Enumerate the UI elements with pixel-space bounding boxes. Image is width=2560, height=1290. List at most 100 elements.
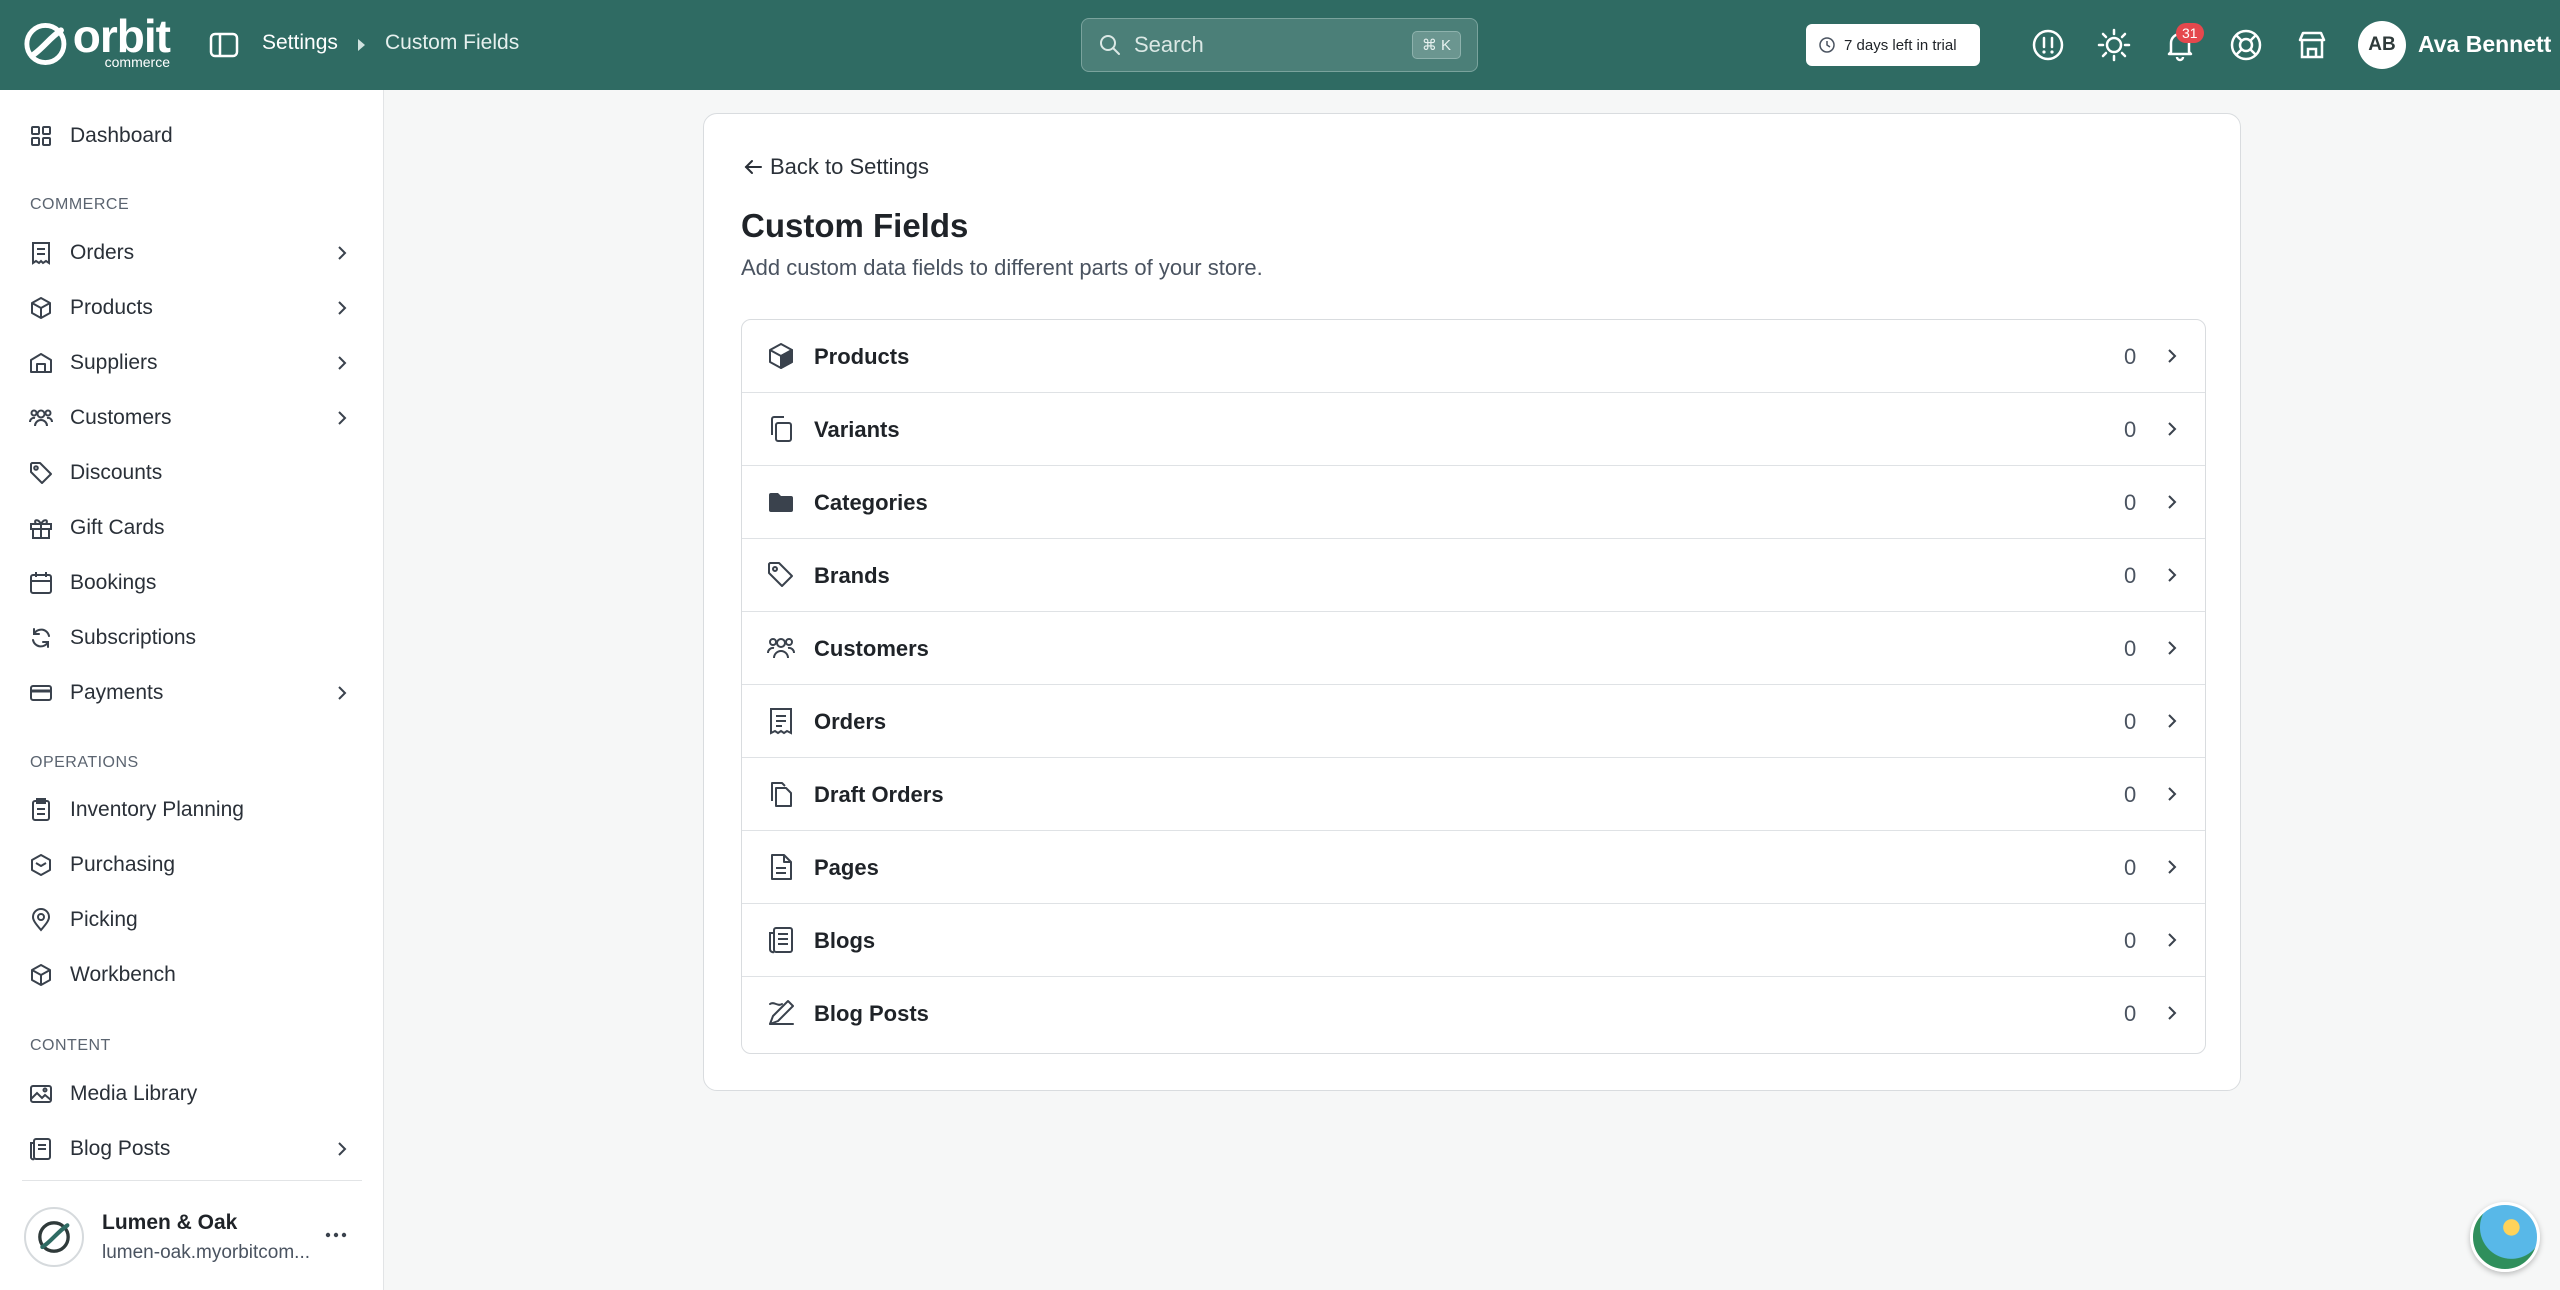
avatar[interactable]: AB — [2358, 21, 2406, 69]
custom-fields-list: Products 0 Variants 0 Categories 0 Brand… — [741, 319, 2206, 1054]
custom-field-row-categories[interactable]: Categories 0 — [742, 466, 2205, 539]
row-count: 0 — [2124, 563, 2137, 588]
assistant-launcher-button[interactable] — [2470, 1202, 2540, 1272]
search-icon — [1100, 35, 1120, 55]
file-icon — [771, 854, 792, 880]
clipboard-icon — [32, 798, 50, 821]
pin-icon — [31, 908, 51, 932]
sidebar-item-label: Blog Posts — [70, 1137, 171, 1160]
back-label: Back to Settings — [770, 154, 929, 179]
tag-icon — [768, 562, 793, 587]
draft-icon — [771, 782, 792, 807]
sidebar-item-label: Dashboard — [70, 124, 173, 147]
store-icon[interactable] — [2294, 27, 2330, 63]
custom-field-row-pages[interactable]: Pages 0 — [742, 831, 2205, 904]
chevron-right-icon — [2168, 933, 2177, 947]
row-label: Blogs — [814, 928, 876, 953]
sidebar-item-media-library[interactable]: Media Library — [0, 1070, 384, 1118]
blog-icon — [30, 1138, 51, 1161]
row-count: 0 — [2124, 1001, 2137, 1026]
sidebar-item-customers[interactable]: Customers — [0, 394, 384, 442]
sidebar-item-bookings[interactable]: Bookings — [0, 559, 384, 607]
pen-icon — [769, 1000, 794, 1025]
chevron-right-icon — [338, 301, 347, 315]
row-count: 0 — [2124, 782, 2137, 807]
cube-icon — [31, 964, 51, 986]
chevron-right-icon — [2168, 641, 2177, 655]
section-label-operations: OPERATIONS — [30, 754, 139, 771]
sidebar-item-orders[interactable]: Orders — [0, 229, 384, 277]
custom-field-row-products[interactable]: Products 0 — [742, 320, 2205, 393]
calendar-icon — [30, 572, 52, 594]
sidebar-item-label: Suppliers — [70, 351, 158, 374]
search-input[interactable]: Search ⌘ K — [1081, 18, 1478, 72]
custom-field-row-blog-posts[interactable]: Blog Posts 0 — [742, 977, 2205, 1050]
row-label: Brands — [814, 563, 890, 588]
back-to-settings-link[interactable]: Back to Settings — [742, 154, 929, 180]
sidebar-item-label: Purchasing — [70, 853, 176, 876]
chevron-right-icon — [2168, 714, 2177, 728]
section-label-commerce: COMMERCE — [30, 196, 130, 213]
custom-field-row-draft-orders[interactable]: Draft Orders 0 — [742, 758, 2205, 831]
sidebar-item-subscriptions[interactable]: Subscriptions — [0, 614, 384, 662]
sidebar: Dashboard COMMERCE Orders Products Suppl… — [0, 90, 384, 1290]
sidebar-item-suppliers[interactable]: Suppliers — [0, 339, 384, 387]
search-placeholder: Search — [1134, 32, 1204, 57]
chevron-right-icon — [2168, 1006, 2177, 1020]
sidebar-item-label: Workbench — [70, 963, 176, 986]
alert-icon[interactable] — [2030, 27, 2066, 63]
sidebar-item-discounts[interactable]: Discounts — [0, 449, 384, 497]
trial-badge[interactable]: 7 days left in trial — [1806, 24, 1980, 66]
sidebar-item-label: Gift Cards — [70, 516, 165, 539]
sidebar-item-dashboard[interactable]: Dashboard — [0, 112, 384, 160]
sidebar-item-label: Discounts — [70, 461, 163, 484]
row-label: Orders — [814, 709, 887, 734]
breadcrumb-current: Custom Fields — [385, 31, 520, 54]
custom-field-row-variants[interactable]: Variants 0 — [742, 393, 2205, 466]
sidebar-item-payments[interactable]: Payments — [0, 669, 384, 717]
sidebar-item-blog-posts[interactable]: Blog Posts — [0, 1125, 384, 1165]
row-count: 0 — [2124, 417, 2137, 442]
store-name: Lumen & Oak — [102, 1211, 238, 1234]
receipt-icon — [770, 708, 792, 735]
dashboard-icon — [31, 126, 51, 146]
clock-icon — [1819, 37, 1835, 53]
sidebar-toggle-icon[interactable] — [208, 29, 240, 61]
card-icon — [30, 685, 52, 701]
chevron-right-icon — [2168, 860, 2177, 874]
users-icon — [29, 409, 53, 427]
sidebar-item-gift-cards[interactable]: Gift Cards — [0, 504, 384, 552]
custom-field-row-blogs[interactable]: Blogs 0 — [742, 904, 2205, 977]
sidebar-item-inventory-planning[interactable]: Inventory Planning — [0, 786, 384, 834]
orbit-logo-icon — [24, 23, 67, 65]
store-switcher[interactable]: Lumen & Oak lumen-oak.myorbitcom... — [22, 1180, 362, 1290]
orbit-logo[interactable]: orbit commerce — [22, 13, 171, 70]
chevron-right-icon — [2168, 495, 2177, 509]
row-count: 0 — [2124, 344, 2137, 369]
row-label: Pages — [814, 855, 879, 880]
sidebar-item-workbench[interactable]: Workbench — [0, 951, 384, 999]
sidebar-item-picking[interactable]: Picking — [0, 896, 384, 944]
sun-icon[interactable] — [2096, 27, 2132, 63]
chevron-right-icon — [2168, 787, 2177, 801]
custom-field-row-customers[interactable]: Customers 0 — [742, 612, 2205, 685]
blog-icon — [769, 927, 793, 954]
sidebar-item-purchasing[interactable]: Purchasing — [0, 841, 384, 889]
help-icon[interactable] — [2228, 27, 2264, 63]
sidebar-item-label: Orders — [70, 241, 135, 264]
receipt-icon — [32, 242, 50, 265]
store-logo-icon — [38, 1221, 70, 1253]
more-icon[interactable] — [322, 1221, 350, 1249]
custom-field-row-orders[interactable]: Orders 0 — [742, 685, 2205, 758]
copy-icon — [771, 416, 792, 442]
breadcrumb-settings[interactable]: Settings — [262, 31, 338, 55]
custom-field-row-brands[interactable]: Brands 0 — [742, 539, 2205, 612]
store-url: lumen-oak.myorbitcom... — [102, 1242, 311, 1263]
arrow-left-icon — [744, 160, 762, 174]
row-count: 0 — [2124, 928, 2137, 953]
row-label: Blog Posts — [814, 1001, 929, 1026]
page-subtitle: Add custom data fields to different part… — [741, 255, 1263, 280]
chevron-right-icon — [2168, 568, 2177, 582]
sidebar-item-products[interactable]: Products — [0, 284, 384, 332]
user-name[interactable]: Ava Bennett — [2418, 31, 2551, 58]
